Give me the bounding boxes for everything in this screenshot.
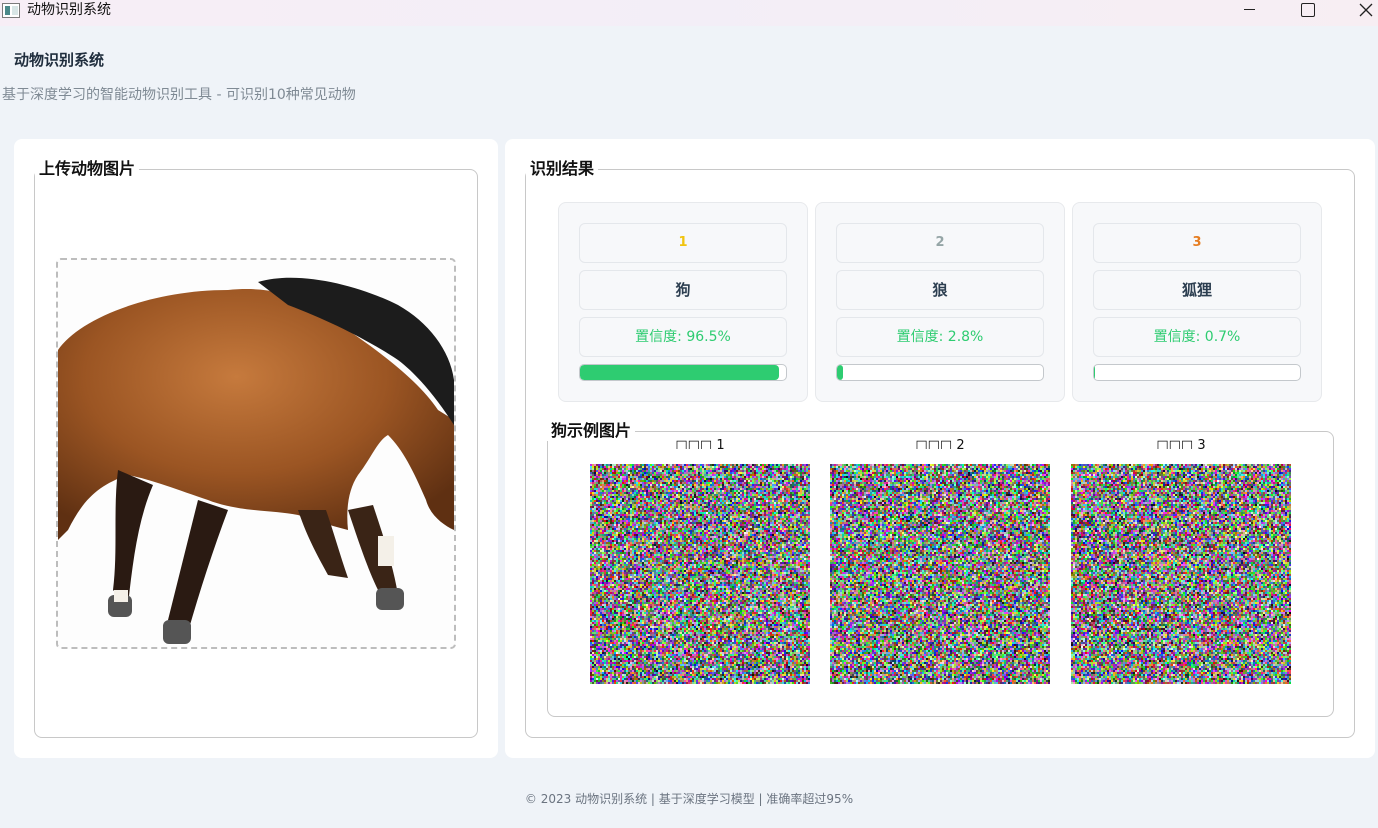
confidence-bar — [1093, 364, 1301, 381]
confidence-bar-fill — [580, 365, 779, 380]
example-image-1 — [590, 464, 810, 684]
page-subtitle: 基于深度学习的智能动物识别工具 - 可识别10种常见动物 — [2, 84, 356, 104]
uploaded-image — [58, 260, 454, 647]
results-group: 识别结果 1 狗 置信度: 96.5% 2 狼 置信度: 2.8% 3 狐狸 置… — [525, 169, 1355, 738]
upload-group: 上传动物图片 — [34, 169, 478, 738]
result-confidence: 置信度: 2.8% — [836, 317, 1044, 357]
result-card-2: 2 狼 置信度: 2.8% — [815, 202, 1065, 402]
results-group-title: 识别结果 — [526, 159, 598, 179]
result-card-1: 1 狗 置信度: 96.5% — [558, 202, 808, 402]
close-button[interactable] — [1342, 0, 1378, 26]
result-animal-name: 狼 — [836, 270, 1044, 310]
confidence-bar-fill — [837, 365, 843, 380]
minimize-button[interactable] — [1227, 0, 1273, 26]
result-animal-name: 狐狸 — [1093, 270, 1301, 310]
result-rank: 2 — [836, 223, 1044, 263]
confidence-bar — [836, 364, 1044, 381]
result-animal-name: 狗 — [579, 270, 787, 310]
window-title: 动物识别系统 — [27, 0, 111, 20]
examples-group-title: 狗示例图片 — [547, 421, 635, 441]
result-confidence: 置信度: 96.5% — [579, 317, 787, 357]
result-rank: 3 — [1093, 223, 1301, 263]
examples-group: 狗示例图片 □□□ 1 □□□ 2 □□□ 3 — [547, 431, 1334, 717]
maximize-button[interactable] — [1284, 0, 1330, 26]
image-upload-area[interactable] — [56, 258, 456, 649]
example-image-3 — [1071, 464, 1291, 684]
result-card-3: 3 狐狸 置信度: 0.7% — [1072, 202, 1322, 402]
footer: © 2023 动物识别系统 | 基于深度学习模型 | 准确率超过95% — [0, 790, 1378, 807]
results-panel: 识别结果 1 狗 置信度: 96.5% 2 狼 置信度: 2.8% 3 狐狸 置… — [505, 139, 1375, 758]
example-label-3: □□□ 3 — [1071, 439, 1291, 449]
confidence-bar — [579, 364, 787, 381]
upload-group-title: 上传动物图片 — [35, 159, 139, 179]
example-label-1: □□□ 1 — [590, 439, 810, 449]
title-bar: 动物识别系统 — [0, 0, 1378, 26]
confidence-bar-fill — [1094, 365, 1095, 380]
result-rank: 1 — [579, 223, 787, 263]
result-confidence: 置信度: 0.7% — [1093, 317, 1301, 357]
example-image-2 — [830, 464, 1050, 684]
close-icon — [1359, 3, 1373, 17]
upload-panel: 上传动物图片 — [14, 139, 498, 758]
example-label-2: □□□ 2 — [830, 439, 1050, 449]
app-icon — [2, 3, 20, 18]
page-title: 动物识别系统 — [14, 49, 104, 70]
